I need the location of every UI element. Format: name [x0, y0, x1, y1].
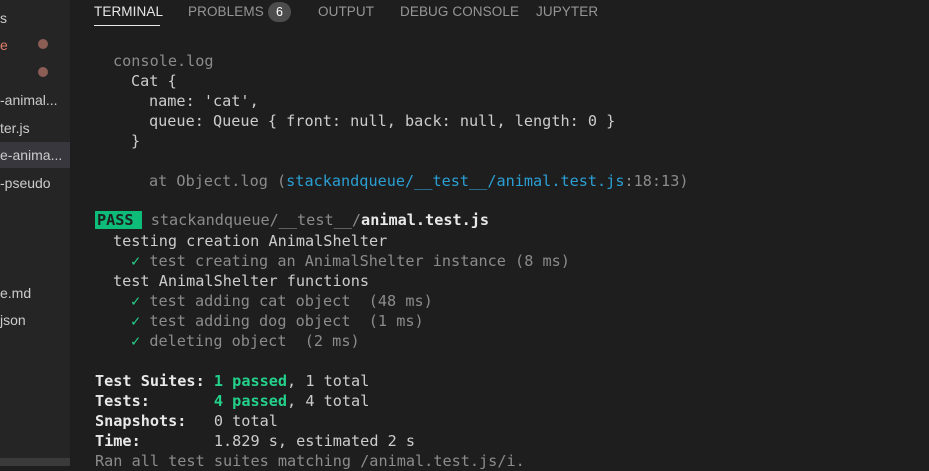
- explorer-item[interactable]: s: [0, 5, 70, 31]
- explorer-item-label: s: [0, 10, 7, 26]
- queue-line: queue: Queue { front: null, back: null, …: [149, 112, 616, 130]
- explorer-item[interactable]: json: [0, 307, 70, 333]
- snapshots-label: Snapshots:: [95, 412, 187, 430]
- suites-label: Test Suites:: [95, 372, 205, 390]
- describe-line: testing creation AnimalShelter: [113, 232, 388, 250]
- tests-label: Tests:: [95, 392, 150, 410]
- cat-open-line: Cat {: [131, 72, 177, 90]
- summary-tests-line: Tests: 4 passed, 4 total: [95, 391, 369, 411]
- test-result-line: ✓ test adding cat object (48 ms): [131, 291, 433, 311]
- check-icon: ✓: [131, 252, 141, 270]
- terminal-panel: TERMINAL PROBLEMS 6 OUTPUT DEBUG CONSOLE…: [70, 0, 929, 470]
- pass-badge: PASS: [95, 211, 142, 229]
- explorer-item-label: e.md: [0, 285, 32, 301]
- explorer-item-label: -animal...: [0, 92, 58, 108]
- suites-passed: 1 passed: [213, 372, 288, 390]
- test-name: deleting object (2 ms): [149, 332, 360, 350]
- pass-path-file: animal.test.js: [361, 211, 490, 229]
- snapshots-value: 0 total: [213, 412, 278, 430]
- summary-snapshots-line: Snapshots: 0 total: [95, 411, 278, 431]
- tests-passed: 4 passed: [213, 392, 288, 410]
- terminal-output[interactable]: console.log Cat { name: 'cat', queue: Qu…: [70, 0, 929, 470]
- stack-trace-link[interactable]: stackandqueue/__test__/animal.test.js: [286, 172, 624, 190]
- name-line: name: 'cat',: [149, 92, 259, 110]
- explorer-item-label: json: [0, 312, 26, 328]
- check-icon: ✓: [131, 312, 141, 330]
- explorer-item[interactable]: e.md: [0, 280, 70, 306]
- stack-trace-suffix: :18:13): [624, 172, 689, 190]
- explorer-item-selected[interactable]: e-anima...: [0, 142, 70, 168]
- summary-time-line: Time: 1.829 s, estimated 2 s: [95, 431, 415, 451]
- explorer-item-label: e-anima...: [0, 147, 63, 163]
- tests-total: , 4 total: [287, 392, 370, 410]
- summary-suites-line: Test Suites: 1 passed, 1 total: [95, 371, 369, 391]
- console-log-line: console.log: [113, 52, 214, 70]
- test-name: test adding cat object (48 ms): [149, 292, 433, 310]
- test-result-line: ✓ deleting object (2 ms): [131, 331, 360, 351]
- explorer-sidebar: s e -animal... ter.js e-anima... -pseudo…: [0, 0, 70, 466]
- test-result-line: ✓ test adding dog object (1 ms): [131, 311, 424, 331]
- sidebar-horizontal-scrollbar[interactable]: [0, 458, 70, 466]
- ran-all-line: Ran all test suites matching /animal.tes…: [95, 452, 525, 470]
- explorer-item[interactable]: -animal...: [0, 87, 70, 113]
- cat-close-line: }: [131, 132, 141, 150]
- explorer-item-label: ter.js: [0, 120, 30, 136]
- pass-line: PASS stackandqueue/__test__/animal.test.…: [95, 210, 489, 230]
- modified-dot-icon: [38, 39, 48, 49]
- test-name: test adding dog object (1 ms): [149, 312, 424, 330]
- check-icon: ✓: [131, 292, 141, 310]
- pass-path-dir: stackandqueue/__test__/: [150, 211, 362, 229]
- stack-trace-prefix: at Object.log (: [149, 172, 287, 190]
- stack-trace-line: at Object.log (stackandqueue/__test__/an…: [149, 171, 689, 191]
- test-result-line: ✓ test creating an AnimalShelter instanc…: [131, 251, 570, 271]
- explorer-item-label: e: [0, 37, 8, 53]
- explorer-item[interactable]: -pseudo: [0, 170, 70, 196]
- suites-total: , 1 total: [287, 372, 370, 390]
- time-value: 1.829 s, estimated 2 s: [213, 432, 416, 450]
- explorer-item-label: -pseudo: [0, 175, 51, 191]
- explorer-item[interactable]: ter.js: [0, 115, 70, 141]
- time-label: Time:: [95, 432, 141, 450]
- explorer-item[interactable]: e: [0, 32, 70, 58]
- modified-dot-icon: [38, 67, 48, 77]
- test-name: test creating an AnimalShelter instance …: [149, 252, 570, 270]
- check-icon: ✓: [131, 332, 141, 350]
- describe-line: test AnimalShelter functions: [113, 272, 370, 290]
